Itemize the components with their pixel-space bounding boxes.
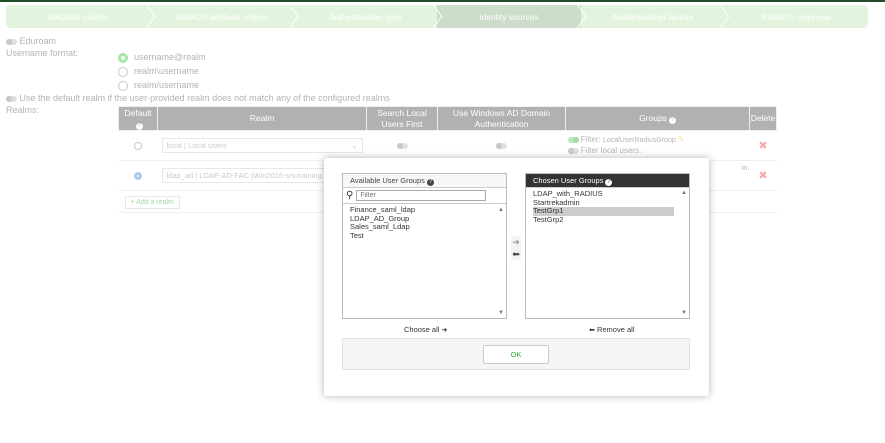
header-default: Default? bbox=[118, 106, 158, 131]
radio-dot bbox=[118, 52, 128, 63]
list-item[interactable]: Test bbox=[350, 231, 499, 241]
header-realm: Realm bbox=[157, 106, 367, 131]
step-authentication-factors[interactable]: Authentication factors bbox=[581, 5, 725, 28]
chosen-groups-box: Chosen User Groups? LDAP_with_RADIUS Sta… bbox=[525, 173, 690, 319]
eduroam-row: Eduroam bbox=[6, 36, 56, 46]
filter-toggle[interactable] bbox=[567, 136, 579, 143]
username-format-label: Username format: bbox=[6, 48, 79, 58]
header-delete: Delete bbox=[749, 106, 777, 131]
table-row: local | Local users ⌄ Filter: LocalUserRa… bbox=[118, 130, 777, 161]
group-selector-dialog: Available User Groups? ⚲ Finance_saml_ld… bbox=[324, 158, 709, 396]
chosen-groups-title: Chosen User Groups? bbox=[526, 174, 689, 188]
scroll-down-icon[interactable]: ▼ bbox=[498, 310, 504, 316]
realm-select[interactable]: local | Local users ⌄ bbox=[161, 138, 363, 153]
default-realm-row: Use the default realm if the user-provid… bbox=[6, 93, 390, 103]
scroll-up-icon[interactable]: ▲ bbox=[681, 190, 687, 196]
default-realm-toggle[interactable] bbox=[6, 95, 17, 102]
default-radio[interactable] bbox=[134, 172, 142, 180]
radio-label: realm\username bbox=[134, 66, 200, 76]
filter-input[interactable] bbox=[356, 190, 487, 201]
list-item[interactable]: TestGrp2 bbox=[533, 215, 682, 225]
add-realm-button[interactable]: + Add a realm bbox=[124, 196, 180, 209]
available-groups-box: Available User Groups? ⚲ Finance_saml_ld… bbox=[342, 173, 507, 319]
header-groups: Groups? bbox=[565, 106, 750, 131]
radio-label: username@realm bbox=[134, 52, 206, 62]
eduroam-toggle[interactable] bbox=[6, 38, 17, 45]
radio-label: realm/username bbox=[134, 80, 200, 90]
default-realm-label: Use the default realm if the user-provid… bbox=[19, 93, 390, 103]
default-radio[interactable] bbox=[134, 142, 142, 150]
remove-all-button[interactable]: ⬅ Remove all bbox=[589, 325, 634, 334]
header-search-local: Search Local Users First bbox=[366, 106, 438, 131]
scroll-down-icon[interactable]: ▼ bbox=[681, 310, 687, 316]
header-windows-ad: Use Windows AD Domain Authentication bbox=[437, 106, 566, 131]
available-groups-list[interactable]: Finance_saml_ldap LDAP_AD_Group Sales_sa… bbox=[343, 204, 506, 242]
wizard-steps: RADIUS clients RADIUS attribute criteria… bbox=[6, 5, 868, 28]
step-identity-sources[interactable]: Identity sources bbox=[437, 5, 581, 28]
scroll-up-icon[interactable]: ▲ bbox=[498, 207, 504, 213]
windows-ad-toggle[interactable] bbox=[496, 143, 507, 150]
search-local-toggle[interactable] bbox=[396, 143, 408, 150]
realms-label: Realms: bbox=[6, 105, 40, 115]
edit-icon[interactable]: ✎ bbox=[678, 135, 685, 144]
delete-icon[interactable]: ✖ bbox=[749, 160, 777, 191]
radio-realm-slash-username[interactable]: realm/username bbox=[118, 78, 206, 92]
list-item[interactable]: Sales_saml_Ldap bbox=[350, 222, 499, 232]
radio-dot bbox=[118, 80, 128, 91]
radio-username-at-realm[interactable]: username@realm bbox=[118, 50, 206, 64]
username-format-radios: username@realm realm\username realm/user… bbox=[118, 50, 206, 92]
available-groups-title: Available User Groups? bbox=[343, 174, 506, 188]
dialog-footer: OK bbox=[342, 338, 690, 370]
step-radius-attribute-criteria[interactable]: RADIUS attribute criteria bbox=[150, 5, 294, 28]
choose-all-button[interactable]: Choose all ➜ bbox=[404, 325, 447, 334]
radio-dot bbox=[118, 66, 128, 77]
move-left-icon[interactable]: ⬅ bbox=[511, 248, 521, 260]
search-icon: ⚲ bbox=[346, 190, 354, 201]
step-radius-clients[interactable]: RADIUS clients bbox=[6, 5, 150, 28]
filter-local-toggle[interactable] bbox=[567, 147, 579, 154]
chosen-groups-list[interactable]: LDAP_with_RADIUS Startrekadmin TestGrp1 … bbox=[526, 188, 689, 226]
step-authentication-type[interactable]: Authentication type bbox=[293, 5, 437, 28]
eduroam-label: Eduroam bbox=[19, 36, 57, 46]
move-right-icon[interactable]: ➜ bbox=[511, 236, 521, 248]
delete-icon[interactable]: ✖ bbox=[749, 130, 777, 161]
ok-button[interactable]: OK bbox=[483, 345, 549, 364]
step-radius-response[interactable]: RADIUS response bbox=[724, 5, 868, 28]
radio-realm-backslash-username[interactable]: realm\username bbox=[118, 64, 206, 78]
